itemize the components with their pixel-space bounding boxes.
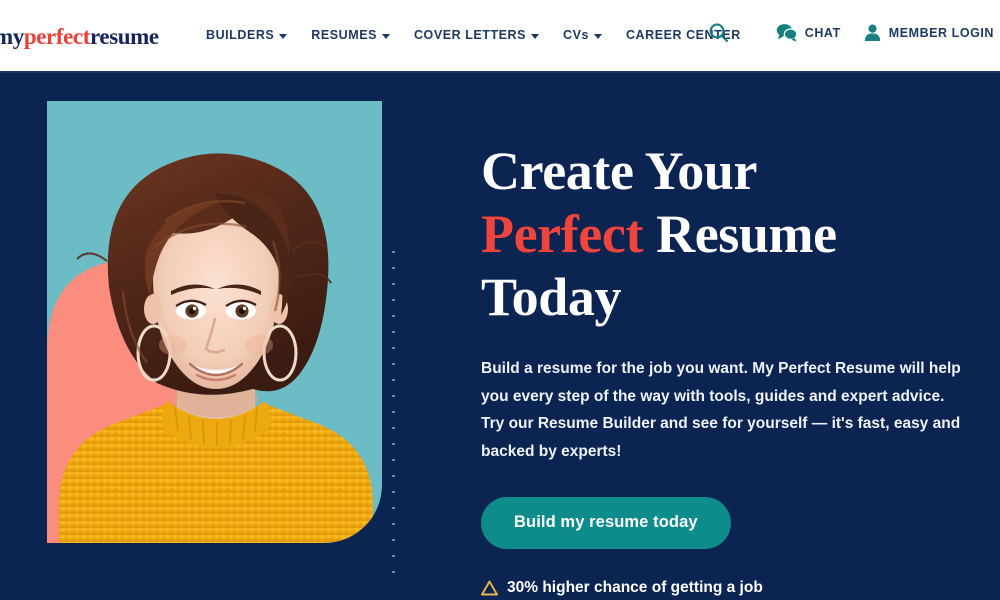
member-login-button[interactable]: MEMBER LOGIN <box>863 23 994 42</box>
person-icon <box>863 23 882 42</box>
nav-item-cvs[interactable]: CVs <box>563 28 602 42</box>
hero-artwork <box>0 73 430 600</box>
logo-text-my: my <box>0 24 24 49</box>
chevron-down-icon <box>593 33 602 39</box>
hero-photo <box>47 101 382 543</box>
chevron-down-icon <box>381 33 390 39</box>
nav-label-cover-letters: COVER LETTERS <box>413 28 526 42</box>
social-proof-row: 30% higher chance of getting a job <box>481 579 981 597</box>
chat-button[interactable]: CHAT <box>775 23 841 42</box>
member-login-label: MEMBER LOGIN <box>888 25 994 40</box>
chat-bubbles-icon <box>775 23 798 42</box>
logo-text-perfect: perfect <box>23 24 91 49</box>
chevron-down-icon <box>531 33 539 39</box>
build-resume-button[interactable]: Build my resume today <box>481 497 731 549</box>
nav-label-cvs: CVs <box>563 28 589 42</box>
chevron-up-badge-icon <box>481 580 498 596</box>
header-utility-bar: CHAT MEMBER LOGIN <box>708 22 994 43</box>
search-icon[interactable] <box>708 22 729 43</box>
nav-label-builders: BUILDERS <box>206 28 275 42</box>
nav-item-cover-letters[interactable]: COVER LETTERS <box>414 28 539 42</box>
headline-line-3: Today <box>481 267 622 327</box>
page-title: Create Your Perfect Resume Today <box>481 140 981 329</box>
chat-label: CHAT <box>804 25 841 40</box>
main-navigation: BUILDERS RESUMES COVER LETTERS CVs CAREE… <box>206 28 765 42</box>
site-logo[interactable]: myperfectresume <box>0 24 159 50</box>
headline-line-1: Create Your <box>481 141 758 201</box>
hero-paragraph: Build a resume for the job you want. My … <box>481 360 961 460</box>
hero-copy: Create Your Perfect Resume Today Build a… <box>481 140 981 597</box>
site-header: myperfectresume BUILDERS RESUMES COVER L… <box>0 0 1000 73</box>
dotted-divider-line <box>392 251 395 581</box>
headline-line-2-rest: Resume <box>643 204 837 264</box>
nav-item-resumes[interactable]: RESUMES <box>311 28 390 42</box>
page-root: myperfectresume BUILDERS RESUMES COVER L… <box>0 0 1000 600</box>
nav-label-resumes: RESUMES <box>311 28 377 42</box>
headline-word-perfect: Perfect <box>481 204 644 264</box>
nav-item-builders[interactable]: BUILDERS <box>206 28 288 42</box>
social-proof-text: 30% higher chance of getting a job <box>507 579 763 596</box>
logo-text-resume: resume <box>90 24 159 49</box>
chevron-down-icon <box>279 33 288 39</box>
